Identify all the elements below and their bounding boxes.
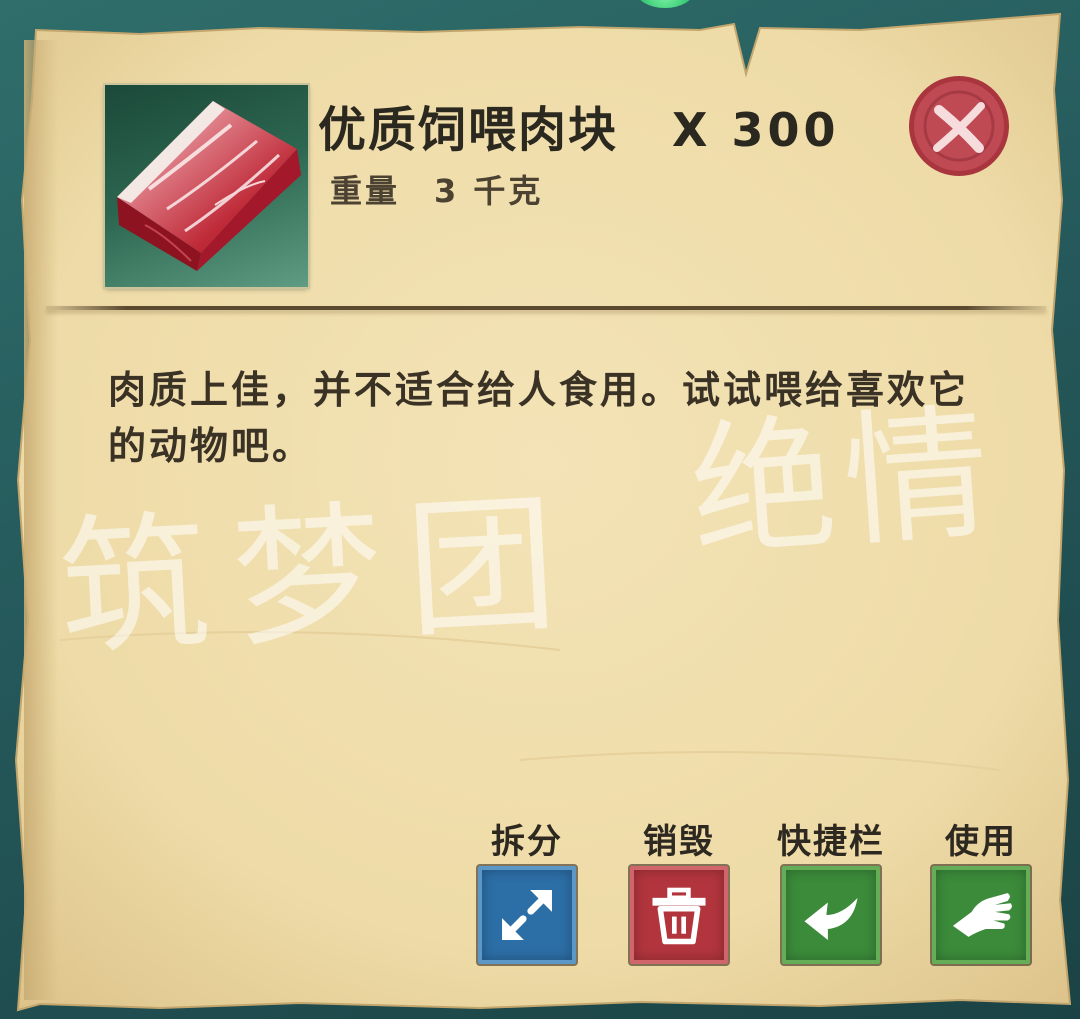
arrow-shaft [527, 895, 547, 915]
action-destroy: 销毁 [604, 820, 754, 964]
section-divider [46, 306, 1046, 310]
hotbar-arrow-shape [804, 897, 858, 940]
trash-body [657, 906, 701, 945]
weight-value: 3 千克 [434, 172, 544, 210]
item-icon-frame [105, 85, 308, 287]
hand-shape [952, 893, 1012, 937]
trash-handle [667, 887, 691, 901]
split-arrows-icon [502, 890, 552, 940]
split-label: 拆分 [491, 822, 563, 862]
hotbar-label: 快捷栏 [777, 822, 885, 862]
trash-lid [652, 897, 706, 906]
use-label: 使用 [945, 822, 1017, 862]
close-button[interactable] [903, 70, 1015, 182]
item-weight: 重量 3 千克 [330, 166, 543, 212]
item-name: 优质饲喂肉块 [318, 102, 619, 158]
hotbar-button[interactable] [782, 866, 880, 964]
hotbar-arrow-icon [804, 897, 858, 940]
use-button[interactable] [932, 866, 1030, 964]
item-quantity: X 300 [672, 103, 840, 157]
destroy-label: 销毁 [643, 822, 715, 862]
destroy-button[interactable] [630, 866, 728, 964]
raw-prime-meat-icon [117, 101, 301, 271]
hand-icon [952, 893, 1012, 937]
arrow-shaft [507, 915, 527, 935]
action-use: 使用 [906, 820, 1056, 964]
close-seal-icon [909, 76, 1009, 176]
split-button[interactable] [478, 866, 576, 964]
action-split: 拆分 [452, 820, 602, 964]
parchment-left-fold [24, 40, 58, 1000]
item-title: 优质饲喂肉块 X 300 [318, 90, 840, 160]
weight-label: 重量 [330, 172, 401, 210]
action-hotbar: 快捷栏 [756, 820, 906, 964]
trash-icon [652, 887, 706, 945]
item-description: 肉质上佳，并不适合给人食用。试试喂给喜欢它的动物吧。 [108, 368, 970, 468]
